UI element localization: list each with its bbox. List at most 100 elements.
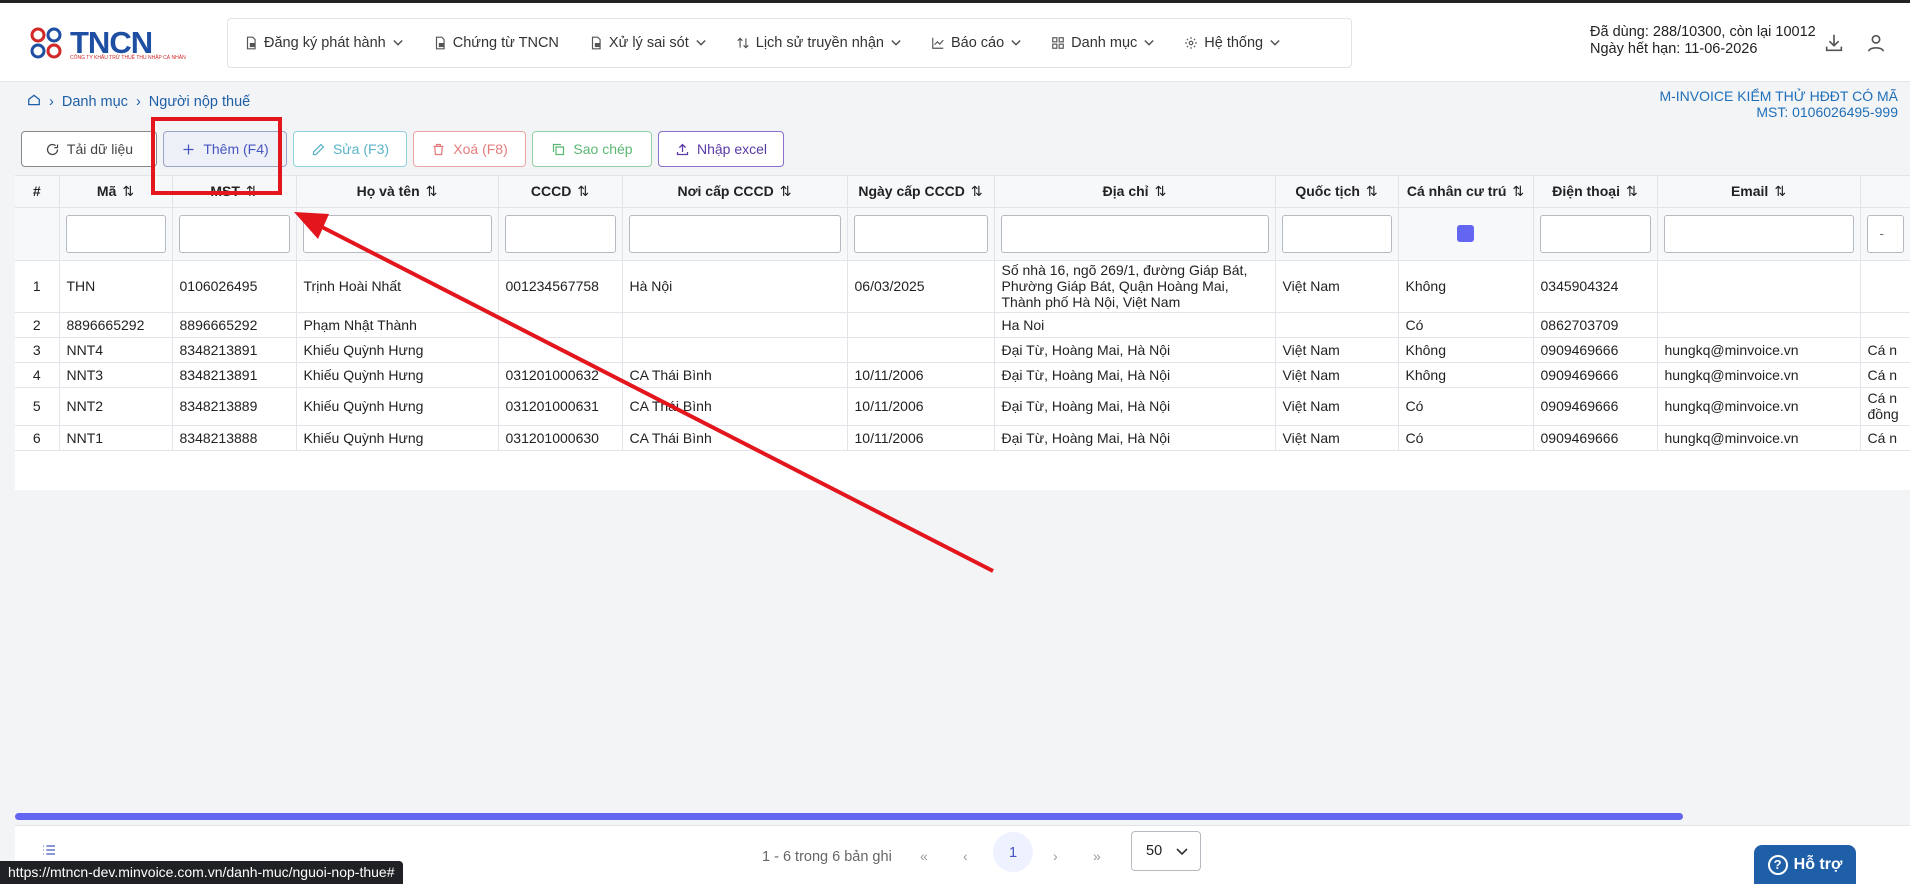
column-header-label: CCCD xyxy=(530,182,572,199)
column-header-8[interactable]: Quốc tịch ⇅ xyxy=(1275,176,1399,208)
table-cell: Việt Nam xyxy=(1275,260,1399,313)
filter-input[interactable] xyxy=(853,214,988,253)
chevron-down-icon xyxy=(393,39,403,46)
import-excel-button[interactable]: Nhập excel xyxy=(658,131,784,167)
filter-cell xyxy=(1657,207,1861,261)
column-header-11[interactable]: Email ⇅ xyxy=(1657,176,1861,208)
filter-input[interactable] xyxy=(1539,214,1651,253)
gear-icon xyxy=(1184,36,1204,50)
prev-page-icon[interactable]: ‹ xyxy=(963,848,968,864)
logo-subtitle: CÔNG TY KHẤU TRỪ THUẾ THU NHẬP CÁ NHÂN xyxy=(70,55,186,61)
copy-icon xyxy=(553,143,565,155)
table-cell: Cá n xyxy=(1860,425,1910,451)
nav-item-4[interactable]: Báo cáo xyxy=(931,35,1021,51)
table-cell: 8348213889 xyxy=(172,387,297,426)
filter-input[interactable] xyxy=(178,214,290,253)
table-cell: Cá n xyxy=(1860,362,1910,388)
quota-used: Đã dùng: 288/10300, còn lại 10012 xyxy=(1590,24,1816,40)
page-info: 1 - 6 trong 6 bản ghi xyxy=(762,849,892,865)
download-icon[interactable] xyxy=(1823,32,1845,57)
nav-item-3[interactable]: Lịch sử truyền nhận xyxy=(736,35,901,51)
filter-input[interactable] xyxy=(1663,214,1854,253)
logo[interactable]: TNCN CÔNG TY KHẤU TRỪ THUẾ THU NHẬP CÁ N… xyxy=(26,25,186,61)
column-header-6[interactable]: Ngày cấp CCCD ⇅ xyxy=(847,176,995,208)
table-cell: Hà Nội xyxy=(622,260,848,313)
home-icon[interactable] xyxy=(27,93,41,111)
filter-cell xyxy=(296,207,499,261)
table-cell xyxy=(622,312,848,338)
breadcrumb: › Danh mục › Người nộp thuế xyxy=(27,93,250,111)
sort-icon[interactable]: ⇅ xyxy=(122,183,134,199)
reload-button[interactable]: Tải dữ liệu xyxy=(21,131,157,167)
last-page-icon[interactable]: » xyxy=(1093,848,1101,864)
nav-item-5[interactable]: Danh mục xyxy=(1051,35,1154,51)
column-header-4[interactable]: CCCD ⇅ xyxy=(498,176,623,208)
table-row[interactable]: 6 NNT1 8348213888 Khiếu Quỳnh Hưng 031201000… xyxy=(15,425,1910,451)
filter-select[interactable]: - xyxy=(1866,214,1904,253)
delete-button[interactable]: Xoá (F8) xyxy=(413,131,526,167)
sort-icon[interactable]: ⇅ xyxy=(1512,183,1524,199)
column-header-7[interactable]: Địa chỉ ⇅ xyxy=(994,176,1276,208)
table-row[interactable]: 3 NNT4 8348213891 Khiếu Quỳnh Hưng Đại Từ, H… xyxy=(15,337,1910,363)
table-cell: Đại Từ, Hoàng Mai, Hà Nội xyxy=(994,337,1276,363)
user-icon[interactable] xyxy=(1865,32,1887,57)
sort-icon[interactable]: ⇅ xyxy=(577,183,589,199)
table-cell: 8348213891 xyxy=(172,362,297,388)
column-header-label: Mã xyxy=(96,182,117,199)
filter-input[interactable] xyxy=(1281,214,1392,253)
table-cell: 1 xyxy=(15,260,60,313)
first-page-icon[interactable]: « xyxy=(920,848,928,864)
breadcrumb-item-nguoi-nop-thue[interactable]: Người nộp thuế xyxy=(149,94,250,110)
nav-item-1[interactable]: Chứng từ TNCN xyxy=(433,35,559,51)
filter-cell xyxy=(994,207,1276,261)
table-row[interactable]: 1 THN 0106026495 Trịnh Hoài Nhất 00123456775… xyxy=(15,260,1910,313)
page-button-current[interactable]: 1 xyxy=(993,832,1033,872)
table-row[interactable]: 4 NNT3 8348213891 Khiếu Quỳnh Hưng 031201000… xyxy=(15,362,1910,388)
filter-input[interactable] xyxy=(504,214,616,253)
table-cell: 06/03/2025 xyxy=(847,260,995,313)
column-header-0[interactable]: # xyxy=(15,176,60,208)
edit-button[interactable]: Sửa (F3) xyxy=(293,131,407,167)
table-cell: Cá n đồng xyxy=(1860,387,1910,426)
filter-checkbox[interactable] xyxy=(1457,225,1474,242)
list-icon[interactable] xyxy=(41,842,57,861)
sort-icon[interactable]: ⇅ xyxy=(426,183,438,199)
nav-item-0[interactable]: Đăng ký phát hành xyxy=(244,35,403,51)
next-page-icon[interactable]: › xyxy=(1053,848,1058,864)
filter-cell xyxy=(498,207,623,261)
table-row[interactable]: 5 NNT2 8348213889 Khiếu Quỳnh Hưng 031201000… xyxy=(15,387,1910,426)
column-header-5[interactable]: Nơi cấp CCCD ⇅ xyxy=(622,176,848,208)
table-cell: Số nhà 16, ngõ 269/1, đường Giáp Bát, Ph… xyxy=(994,260,1276,313)
sort-icon[interactable]: ⇅ xyxy=(1366,183,1378,199)
filter-input[interactable] xyxy=(65,214,166,253)
sort-icon[interactable]: ⇅ xyxy=(1774,183,1786,199)
table-cell: 0909469666 xyxy=(1533,337,1658,363)
column-header-3[interactable]: Họ và tên ⇅ xyxy=(296,176,499,208)
filter-input[interactable] xyxy=(628,214,841,253)
sort-icon[interactable]: ⇅ xyxy=(1626,183,1638,199)
table-cell: NNT4 xyxy=(59,337,173,363)
nav-item-6[interactable]: Hệ thống xyxy=(1184,35,1280,51)
table-cell: NNT1 xyxy=(59,425,173,451)
page-size-select[interactable]: 50 xyxy=(1131,831,1201,871)
horizontal-scrollbar[interactable] xyxy=(15,813,1683,820)
sort-icon[interactable]: ⇅ xyxy=(971,183,983,199)
table-row[interactable]: 2 8896665292 8896665292 Phạm Nhật Thành Ha N… xyxy=(15,312,1910,338)
chevron-down-icon xyxy=(1270,39,1280,46)
support-button[interactable]: ? Hỗ trợ xyxy=(1754,845,1856,884)
nav-item-label: Chứng từ TNCN xyxy=(452,35,559,51)
copy-button[interactable]: Sao chép xyxy=(532,131,652,167)
breadcrumb-item-danh-muc[interactable]: Danh mục xyxy=(62,94,128,110)
table-cell: 8348213888 xyxy=(172,425,297,451)
table-cell: Trịnh Hoài Nhất xyxy=(296,260,499,313)
grid-icon xyxy=(1051,36,1071,50)
column-header-12[interactable] xyxy=(1860,176,1910,208)
sort-icon[interactable]: ⇅ xyxy=(1155,183,1167,199)
column-header-10[interactable]: Điện thoại ⇅ xyxy=(1533,176,1658,208)
filter-input[interactable] xyxy=(302,214,492,253)
filter-cell xyxy=(1275,207,1399,261)
column-header-9[interactable]: Cá nhân cư trú ⇅ xyxy=(1398,176,1534,208)
sort-icon[interactable]: ⇅ xyxy=(780,183,792,199)
nav-item-2[interactable]: Xử lý sai sót xyxy=(589,35,706,51)
filter-input[interactable] xyxy=(1000,214,1269,253)
